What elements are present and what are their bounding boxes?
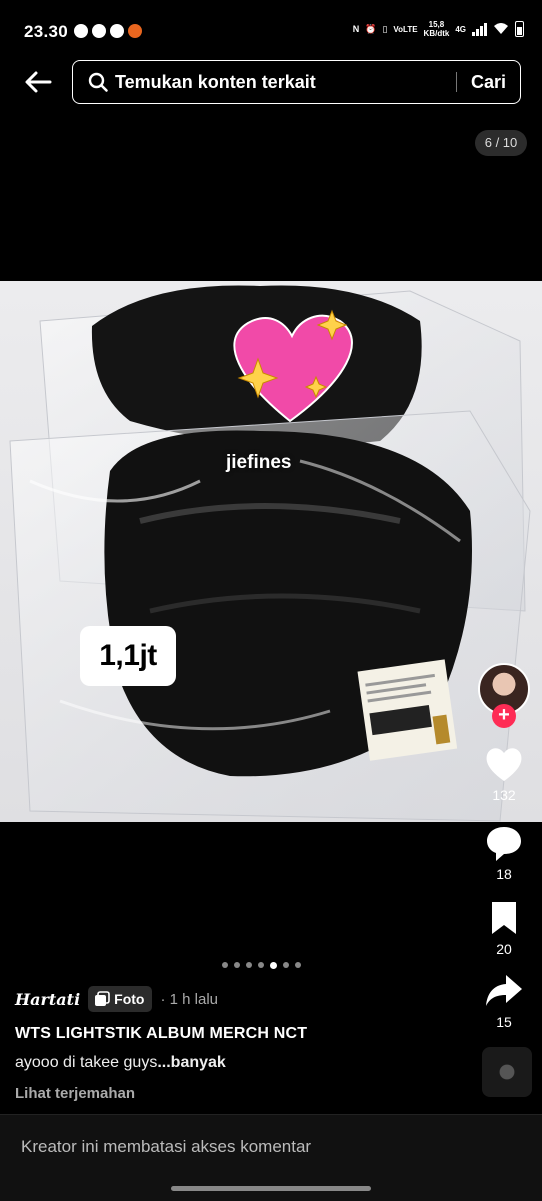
network-type: 4G	[455, 24, 466, 34]
alarm-icon: ⏰	[365, 23, 377, 34]
search-divider	[455, 72, 457, 92]
carousel-dot-active	[270, 961, 277, 969]
bookmark-icon	[492, 902, 516, 934]
share-count: 15	[496, 1014, 512, 1030]
carousel-dot	[234, 962, 240, 968]
carousel-dot	[283, 962, 289, 968]
volte-indicator: VoLTE	[393, 24, 418, 34]
search-button[interactable]: Cari	[471, 72, 506, 93]
message-icon	[110, 24, 124, 38]
network-speed: 15,8 KB/dtk	[424, 20, 450, 38]
carousel-dot	[258, 962, 264, 968]
share-icon	[486, 975, 522, 1006]
share-button[interactable]: 15	[474, 972, 534, 1030]
vibrate-icon: ▯	[382, 23, 388, 34]
caption-more[interactable]: ...banyak	[157, 1054, 225, 1071]
search-icon	[88, 72, 108, 92]
heart-icon	[486, 748, 522, 781]
photo-icon	[95, 991, 110, 1006]
wifi-icon	[493, 22, 509, 37]
bookmark-button[interactable]: 20	[474, 899, 534, 957]
type-badge-label: Foto	[114, 991, 145, 1007]
back-button[interactable]	[22, 66, 54, 98]
nfc-icon: N	[352, 24, 360, 34]
network-speed-value: 15,8	[428, 20, 445, 29]
follow-button[interactable]: +	[492, 704, 516, 728]
signal-icon	[472, 22, 487, 36]
post-photo[interactable]: jiefines 1,1jt	[0, 281, 542, 822]
comment-count: 18	[496, 866, 512, 882]
like-button[interactable]: 132	[474, 745, 534, 803]
comment-button[interactable]: 18	[474, 824, 534, 882]
author-name[interactable]: Hartati	[15, 990, 80, 1009]
bookmark-count: 20	[496, 941, 512, 957]
see-translation-link[interactable]: Lihat terjemahan	[15, 1085, 135, 1102]
back-arrow-icon	[25, 71, 52, 93]
line-icon	[92, 24, 106, 38]
comment-icon	[487, 827, 521, 861]
post-meta: Hartati Foto · 1 h lalu	[15, 984, 218, 1014]
home-indicator[interactable]	[171, 1186, 371, 1191]
photo-type-badge: Foto	[88, 986, 153, 1012]
search-bar[interactable]: Temukan konten terkait Cari	[72, 60, 521, 104]
price-overlay: 1,1jt	[80, 626, 176, 686]
post-time: · 1 h lalu	[160, 990, 219, 1008]
battery-icon	[515, 21, 524, 37]
carousel-indicator	[222, 961, 301, 969]
comment-bar: Kreator ini membatasi akses komentar	[0, 1114, 542, 1201]
sound-thumbnail[interactable]	[482, 1047, 532, 1097]
search-input[interactable]: Temukan konten terkait	[115, 72, 456, 93]
like-count: 132	[492, 787, 516, 803]
post-title: WTS LIGHTSTIK ALBUM MERCH NCT	[15, 1025, 308, 1042]
status-bar: 23.30 N ⏰ ▯ VoLTE 15,8 KB/dtk 4G	[0, 0, 542, 64]
shopee-icon	[128, 24, 142, 38]
network-speed-unit: KB/dtk	[423, 29, 450, 38]
post-caption[interactable]: ayooo di takee guys...banyak	[15, 1054, 226, 1072]
photo-watermark: jiefines	[226, 452, 292, 473]
caption-text: ayooo di takee guys	[15, 1054, 158, 1071]
carousel-dot	[295, 962, 301, 968]
carousel-dot	[222, 962, 228, 968]
product-photo-caps	[0, 281, 542, 822]
facebook-icon	[74, 24, 88, 38]
notification-icons	[74, 24, 142, 38]
comment-restricted-notice: Kreator ini membatasi akses komentar	[21, 1137, 312, 1156]
carousel-dot	[246, 962, 252, 968]
system-status-icons: N ⏰ ▯ VoLTE 15,8 KB/dtk 4G	[353, 20, 524, 38]
photo-page-counter: 6 / 10	[475, 130, 527, 156]
status-time: 23.30	[24, 22, 69, 41]
